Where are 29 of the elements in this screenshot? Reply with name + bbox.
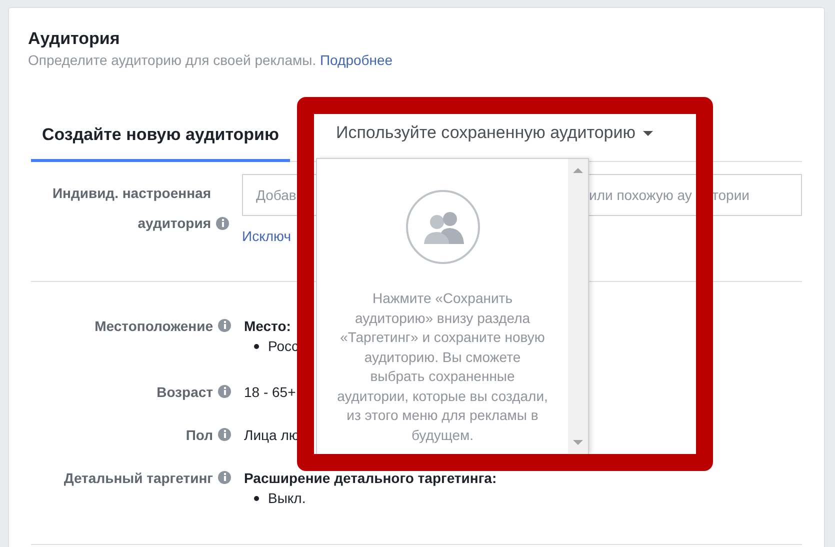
summary-value: Выкл.	[268, 489, 306, 508]
caret-icon	[643, 130, 654, 136]
info-icon	[218, 319, 231, 332]
learn-more-link[interactable]: Подробнее	[320, 52, 393, 68]
people-icon	[404, 189, 480, 265]
info-icon	[218, 428, 231, 441]
placeholder-text: или похожую ау	[589, 186, 692, 205]
tab[interactable]: Создайте новую аудиторию	[31, 110, 290, 162]
field-label: Детальный таргетинг	[64, 470, 213, 486]
placeholder-text: тории	[712, 186, 750, 205]
field-label: Индивид. настроенная аудитория	[51, 184, 211, 233]
summary-value: 18 - 65+	[244, 383, 296, 402]
summary-value: Росс	[268, 337, 299, 356]
field-label: Местоположение	[94, 318, 213, 334]
bullet-icon	[254, 344, 259, 348]
placeholder-text: Добав	[256, 186, 296, 205]
info-icon	[216, 217, 229, 230]
field-label: Возраст	[156, 384, 213, 400]
section-title: Аудитория	[28, 28, 121, 50]
summary-heading: Место:	[244, 317, 292, 336]
tab[interactable]: Используйте сохраненную аудиторию	[336, 120, 636, 146]
info-icon	[218, 471, 231, 484]
scrollbar[interactable]	[568, 159, 588, 454]
info-icon	[218, 385, 231, 398]
field-label: Пол	[186, 427, 213, 443]
section-subtitle: Определите аудиторию для своей рекламы.	[28, 52, 316, 68]
summary-heading: Расширение детального таргетинга:	[244, 469, 497, 488]
bullet-icon	[254, 496, 259, 500]
empty-state-message: Нажмите «Сохранить аудиторию» внизу раздела «Таргетинг» и сохраните новую аудиторию. Вы сможете выбрать сохраненные аудитории, которые вы создали, из этого меню для рекламы в будущем.	[336, 289, 549, 445]
